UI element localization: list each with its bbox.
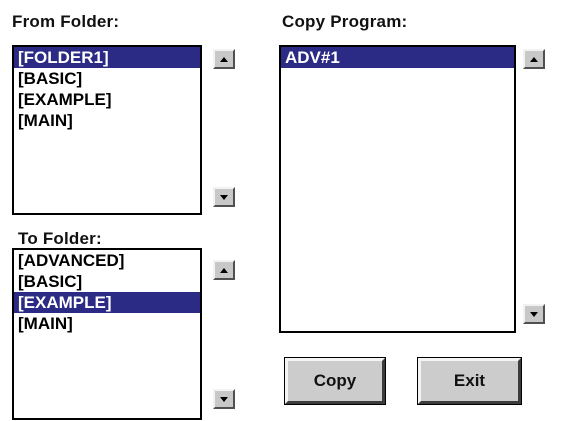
copy-program-scroll-up-button[interactable] <box>523 49 545 69</box>
to-folder-listbox[interactable]: [ADVANCED] [BASIC] [EXAMPLE] [MAIN] <box>12 248 202 420</box>
copy-program-scroll-down-button[interactable] <box>523 304 545 324</box>
copy-button[interactable]: Copy <box>284 357 386 405</box>
arrow-down-icon <box>220 194 228 200</box>
from-folder-scroll-up-button[interactable] <box>213 49 235 69</box>
arrow-down-icon <box>530 311 538 317</box>
arrow-up-icon <box>220 56 228 62</box>
to-folder-item[interactable]: [ADVANCED] <box>14 250 200 271</box>
arrow-up-icon <box>530 56 538 62</box>
copy-program-item[interactable]: ADV#1 <box>281 47 514 68</box>
from-folder-listbox[interactable]: [FOLDER1] [BASIC] [EXAMPLE] [MAIN] <box>12 45 202 215</box>
arrow-down-icon <box>220 396 228 402</box>
exit-button[interactable]: Exit <box>417 357 522 405</box>
to-folder-scroll-up-button[interactable] <box>213 260 235 280</box>
from-folder-scroll-down-button[interactable] <box>213 187 235 207</box>
from-folder-item[interactable]: [FOLDER1] <box>14 47 200 68</box>
from-folder-item[interactable]: [EXAMPLE] <box>14 89 200 110</box>
copy-program-listbox[interactable]: ADV#1 <box>279 45 516 333</box>
from-folder-label: From Folder: <box>12 12 120 31</box>
to-folder-label: To Folder: <box>18 229 102 248</box>
from-folder-item[interactable]: [MAIN] <box>14 110 200 131</box>
from-folder-item[interactable]: [BASIC] <box>14 68 200 89</box>
to-folder-item[interactable]: [MAIN] <box>14 313 200 334</box>
to-folder-item[interactable]: [EXAMPLE] <box>14 292 200 313</box>
arrow-up-icon <box>220 267 228 273</box>
to-folder-item[interactable]: [BASIC] <box>14 271 200 292</box>
copy-program-label: Copy Program: <box>282 12 408 31</box>
to-folder-scroll-down-button[interactable] <box>213 389 235 409</box>
